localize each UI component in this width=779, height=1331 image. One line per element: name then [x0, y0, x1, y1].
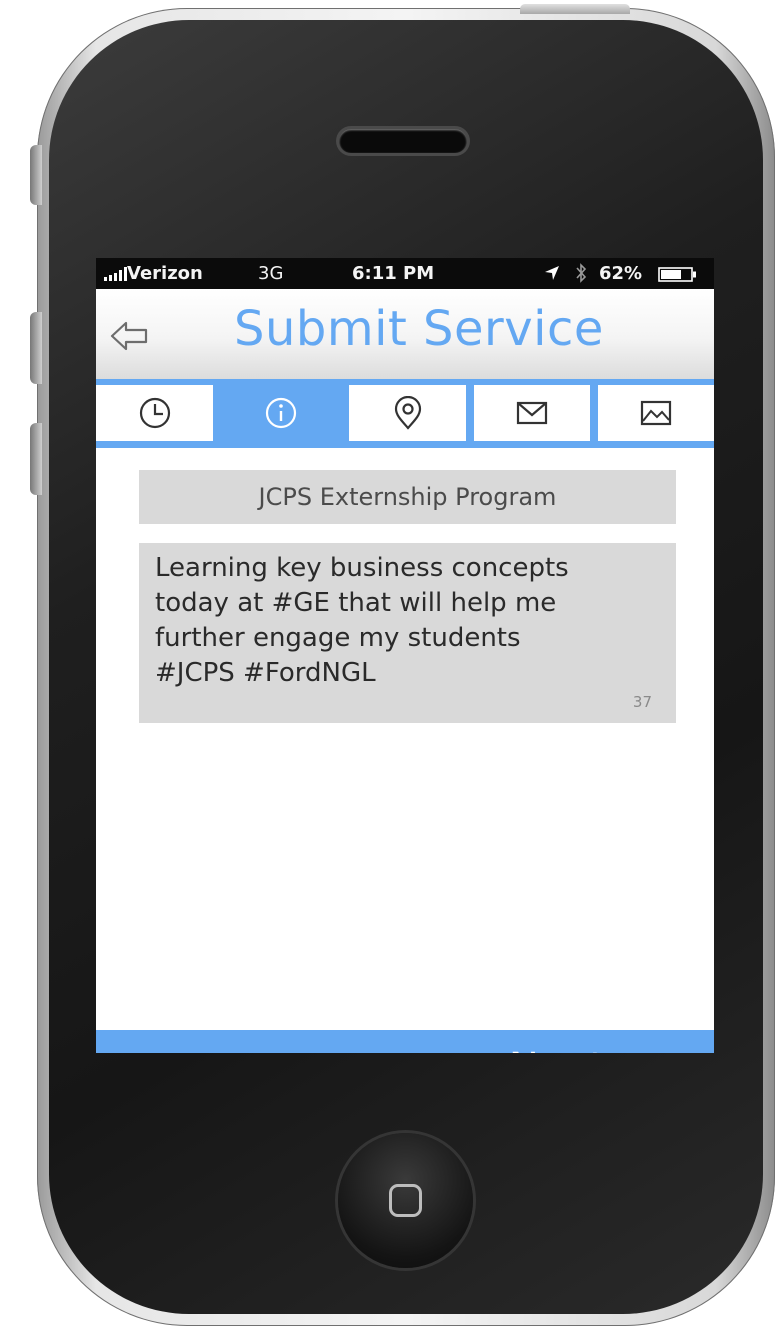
tab-info[interactable]	[221, 385, 341, 441]
home-button[interactable]	[338, 1133, 473, 1268]
mute-switch	[30, 145, 42, 205]
earpiece-speaker	[339, 129, 467, 153]
battery-percent: 62%	[599, 263, 643, 284]
volume-down-button	[30, 423, 42, 495]
volume-up-button	[30, 312, 42, 384]
phone-screen: Verizon 3G 6:11 PM 62% Submit Service JC…	[96, 258, 714, 1053]
character-count: 37	[632, 693, 652, 711]
form-content: JCPS Externship Program Learning key bus…	[96, 448, 714, 1030]
location-arrow-icon	[545, 266, 559, 280]
program-name: JCPS Externship Program	[258, 483, 557, 511]
mail-icon	[516, 401, 548, 425]
tab-strip	[96, 379, 714, 448]
info-icon	[265, 397, 297, 429]
tab-location[interactable]	[349, 385, 466, 441]
image-icon	[640, 400, 672, 426]
status-time: 6:11 PM	[352, 263, 435, 284]
title-bar: Submit Service	[96, 289, 714, 379]
location-pin-icon	[394, 396, 421, 430]
bluetooth-icon	[576, 263, 587, 283]
power-button	[520, 4, 630, 14]
status-bar: Verizon 3G 6:11 PM 62%	[96, 258, 714, 289]
tab-time[interactable]	[96, 385, 213, 441]
signal-bars-icon	[104, 267, 127, 281]
battery-icon	[658, 267, 696, 282]
back-arrow-icon[interactable]	[110, 319, 148, 353]
message-textarea[interactable]: Learning key business concepts today at …	[139, 543, 676, 723]
home-square-icon	[389, 1184, 422, 1217]
next-label: Next	[509, 1045, 606, 1053]
next-button[interactable]: Next	[96, 1030, 714, 1053]
program-field[interactable]: JCPS Externship Program	[139, 470, 676, 524]
carrier-name: Verizon	[127, 263, 203, 284]
tab-photo[interactable]	[598, 385, 714, 441]
clock-icon	[139, 397, 170, 429]
page-title: Submit Service	[234, 301, 604, 357]
network-type: 3G	[258, 263, 284, 284]
tab-message[interactable]	[474, 385, 590, 441]
message-text: Learning key business concepts today at …	[155, 553, 569, 688]
